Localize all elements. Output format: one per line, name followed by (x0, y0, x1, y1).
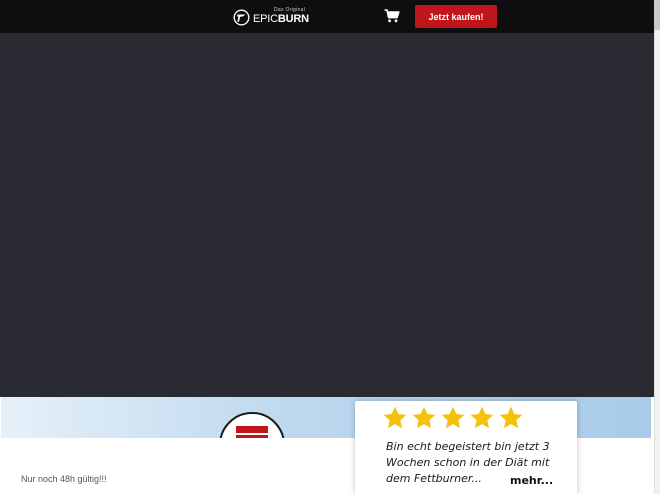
scrollbar-thumb[interactable] (654, 0, 660, 30)
shopping-cart-icon[interactable] (384, 9, 400, 23)
buy-now-button[interactable]: Jetzt kaufen! (415, 5, 497, 28)
read-more-link[interactable]: mehr... (510, 474, 553, 487)
logo-name: EPICBURN (253, 13, 309, 25)
hero-section (0, 33, 654, 397)
logo-name-light: EPIC (253, 13, 278, 25)
logo-name-bold: BURN (277, 13, 309, 25)
badge-red-block (236, 426, 268, 438)
review-card[interactable]: Bin echt begeistert bin jetzt 3 Wochen s… (355, 401, 577, 494)
star-icon (441, 406, 465, 429)
countdown-text: Nur noch 48h gültig!!! (21, 474, 107, 484)
epicburn-logo[interactable]: Das Original EPICBURN (233, 7, 309, 27)
badge-stripe (236, 433, 268, 435)
star-icon (383, 406, 407, 429)
header-bar: Das Original EPICBURN Jetzt kaufen! (0, 0, 654, 33)
product-badge (219, 412, 285, 438)
star-icon (499, 406, 523, 429)
star-icon (412, 406, 436, 429)
star-icon (470, 406, 494, 429)
page-scrollbar[interactable] (654, 0, 660, 494)
rating-stars (382, 405, 524, 431)
logo-mark-icon (233, 9, 250, 25)
